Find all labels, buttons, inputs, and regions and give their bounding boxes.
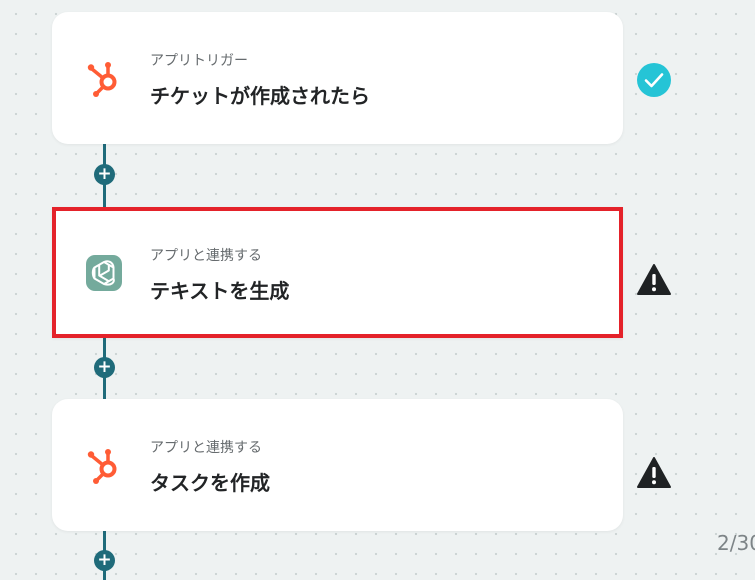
step-title: チケットが作成されたら bbox=[150, 84, 370, 108]
flow-step-card-generate-text[interactable]: アプリと連携する テキストを生成 bbox=[52, 207, 623, 338]
add-step-button[interactable]: + bbox=[94, 357, 115, 378]
flow-step-card-trigger[interactable]: アプリトリガー チケットが作成されたら bbox=[52, 12, 623, 144]
check-circle-icon bbox=[637, 63, 671, 97]
hubspot-icon bbox=[87, 62, 117, 97]
step-title: タスクを作成 bbox=[150, 471, 270, 495]
warning-icon bbox=[637, 457, 671, 488]
openai-icon bbox=[86, 255, 122, 291]
add-step-button[interactable]: + bbox=[94, 164, 115, 185]
step-type-label: アプリトリガー bbox=[150, 53, 248, 69]
add-step-button[interactable]: + bbox=[94, 550, 115, 571]
step-type-label: アプリと連携する bbox=[150, 440, 262, 456]
warning-icon bbox=[637, 264, 671, 295]
step-title: テキストを生成 bbox=[150, 279, 290, 303]
hubspot-icon bbox=[87, 449, 117, 484]
step-type-label: アプリと連携する bbox=[150, 248, 262, 264]
flow-step-card-create-task[interactable]: アプリと連携する タスクを作成 bbox=[52, 399, 623, 531]
page-counter: 2/30 bbox=[717, 531, 755, 555]
